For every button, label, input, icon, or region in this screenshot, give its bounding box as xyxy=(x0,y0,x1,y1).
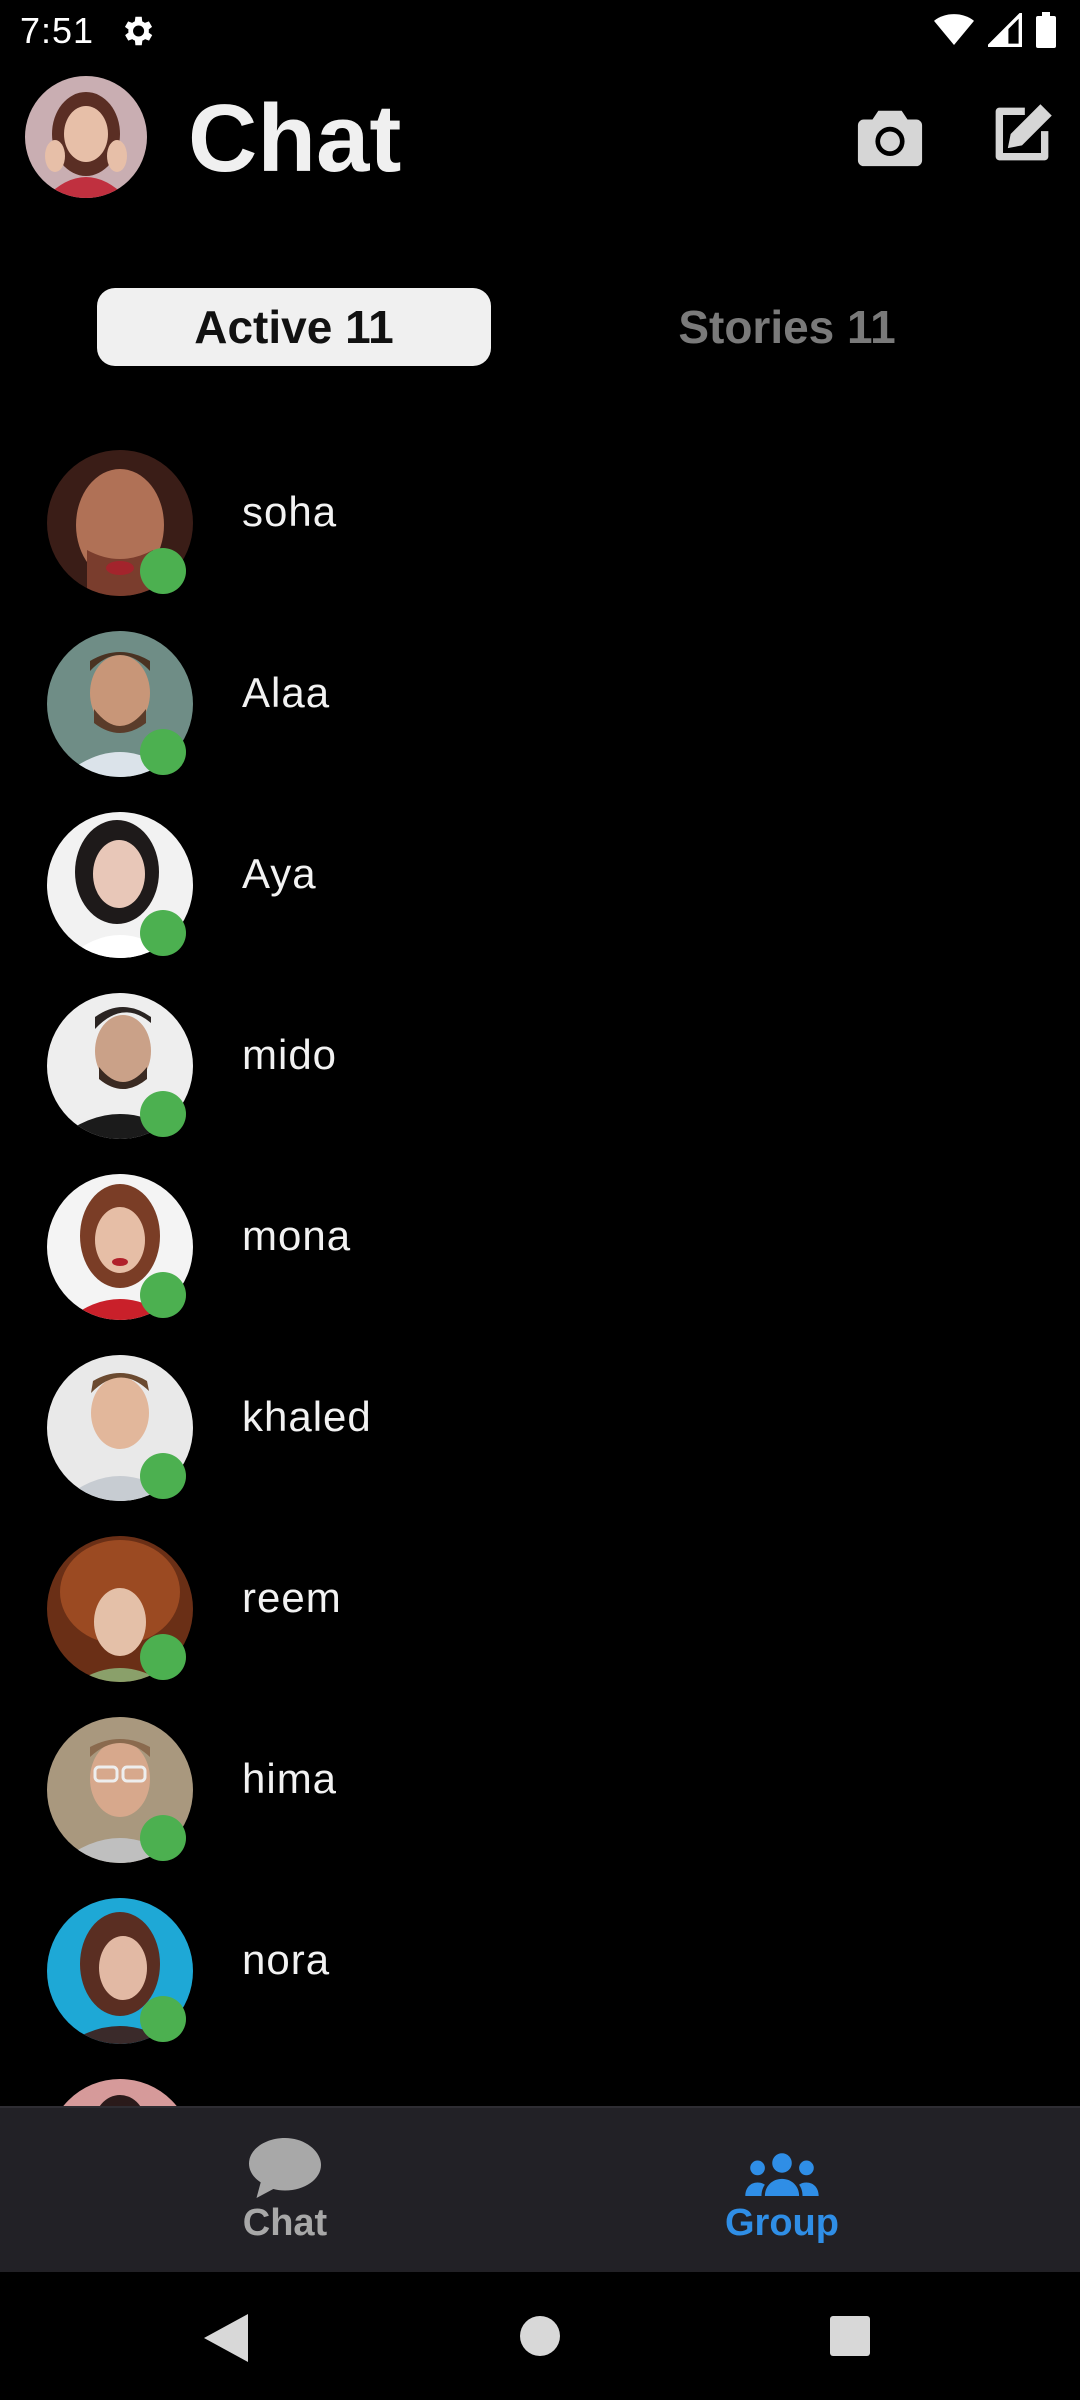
online-status-dot xyxy=(140,1996,186,2042)
bottom-navigation: Chat Group xyxy=(0,2106,1080,2274)
page-title: Chat xyxy=(188,85,402,192)
home-icon[interactable] xyxy=(520,2316,560,2356)
nav-chat-button[interactable]: Chat xyxy=(135,2138,435,2258)
list-item[interactable]: Aya xyxy=(0,806,1080,958)
tab-stories[interactable]: Stories 11 xyxy=(590,288,984,366)
chat-bubble-icon xyxy=(249,2138,321,2198)
recents-icon[interactable] xyxy=(830,2316,870,2356)
contact-avatar xyxy=(47,2079,193,2106)
system-navigation-bar xyxy=(0,2272,1080,2400)
compose-edit-icon[interactable] xyxy=(988,100,1056,168)
online-status-dot xyxy=(140,910,186,956)
contact-name: hima xyxy=(242,1755,338,1802)
app-header: Chat xyxy=(0,70,1080,210)
list-item[interactable]: mona xyxy=(0,1168,1080,1320)
tab-bar: Active 11 Stories 11 xyxy=(0,288,1080,368)
list-item[interactable]: soha xyxy=(0,444,1080,596)
online-status-dot xyxy=(140,1091,186,1137)
contact-name: Alaa xyxy=(242,669,331,716)
nav-group-label: Group xyxy=(725,2202,839,2244)
list-item[interactable]: reem xyxy=(0,1530,1080,1682)
online-status-dot xyxy=(140,1634,186,1680)
battery-icon xyxy=(1036,12,1056,48)
active-contacts-list: soha Alaa Aya mido mona khaled reem hima… xyxy=(0,440,1080,2106)
settings-gear-icon xyxy=(124,16,153,46)
status-bar: 7:51 xyxy=(0,0,1080,62)
contact-name: mona xyxy=(242,1212,352,1259)
back-icon[interactable] xyxy=(204,2314,248,2362)
profile-avatar[interactable] xyxy=(25,76,147,198)
list-item[interactable]: khaled xyxy=(0,1349,1080,1501)
online-status-dot xyxy=(140,1272,186,1318)
camera-icon[interactable] xyxy=(855,104,925,170)
online-status-dot xyxy=(140,729,186,775)
list-item[interactable]: Alaa xyxy=(0,625,1080,777)
contact-name: mido xyxy=(242,1031,338,1078)
group-people-icon xyxy=(745,2153,819,2196)
online-status-dot xyxy=(140,1815,186,1861)
contact-name: soha xyxy=(242,488,338,535)
contact-name: nora xyxy=(242,1936,331,1983)
status-time: 7:51 xyxy=(20,10,95,51)
online-status-dot xyxy=(140,548,186,594)
nav-group-button[interactable]: Group xyxy=(632,2138,932,2258)
contact-name: reem xyxy=(242,1574,342,1621)
nav-chat-label: Chat xyxy=(242,2202,328,2244)
contact-name: khaled xyxy=(242,1393,372,1440)
list-item-partial[interactable] xyxy=(0,2073,1080,2106)
signal-icon xyxy=(988,13,1022,47)
wifi-icon xyxy=(934,14,974,45)
contact-name: Aya xyxy=(242,850,317,897)
list-item[interactable]: hima xyxy=(0,1711,1080,1863)
list-item[interactable]: mido xyxy=(0,987,1080,1139)
list-item[interactable]: nora xyxy=(0,1892,1080,2044)
online-status-dot xyxy=(140,1453,186,1499)
tab-active[interactable]: Active 11 xyxy=(97,288,491,366)
